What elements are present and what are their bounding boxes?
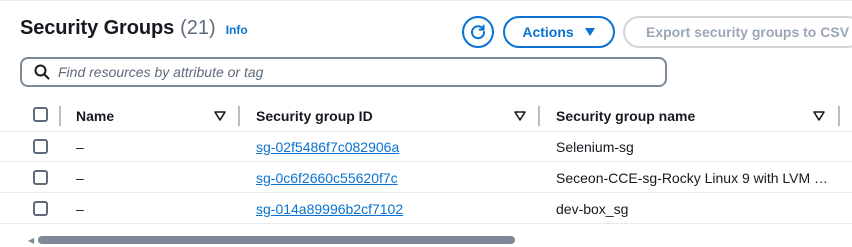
table-row[interactable]: – sg-014a89996b2cf7102 dev-box_sg bbox=[0, 193, 852, 224]
search-input[interactable] bbox=[58, 64, 618, 80]
row-checkbox[interactable] bbox=[33, 139, 48, 154]
refresh-icon bbox=[471, 24, 486, 40]
search-bar[interactable] bbox=[20, 57, 667, 87]
group-id-link[interactable]: sg-014a89996b2cf7102 bbox=[256, 193, 403, 224]
export-csv-button[interactable]: Export security groups to CSV bbox=[623, 16, 852, 48]
group-id-link[interactable]: sg-02f5486f7c082906a bbox=[256, 131, 399, 162]
table-row[interactable]: – sg-02f5486f7c082906a Selenium-sg bbox=[0, 131, 852, 162]
column-divider[interactable] bbox=[238, 106, 240, 126]
resource-count: (21) bbox=[180, 17, 216, 39]
caret-down-icon bbox=[584, 28, 595, 36]
name-cell: – bbox=[76, 138, 84, 155]
search-icon bbox=[34, 64, 50, 80]
actions-button[interactable]: Actions bbox=[503, 16, 615, 48]
select-all-checkbox[interactable] bbox=[33, 107, 48, 122]
column-header-name[interactable]: Name bbox=[76, 100, 114, 132]
scroll-left-icon[interactable]: ◀ bbox=[28, 236, 34, 245]
actions-button-label: Actions bbox=[522, 24, 574, 40]
table-header: Name Security group ID Security group na… bbox=[0, 100, 852, 132]
sort-icon[interactable] bbox=[213, 109, 227, 123]
refresh-button[interactable] bbox=[462, 16, 494, 48]
name-cell: – bbox=[76, 169, 84, 186]
page-title: Security Groups bbox=[20, 17, 175, 39]
name-cell: – bbox=[76, 200, 84, 217]
group-id-link[interactable]: sg-0c6f2660c55620f7c bbox=[256, 162, 398, 193]
sort-icon[interactable] bbox=[812, 109, 826, 123]
column-divider[interactable] bbox=[59, 106, 61, 126]
table-row[interactable]: – sg-0c6f2660c55620f7c Seceon-CCE-sg-Roc… bbox=[0, 162, 852, 193]
row-checkbox[interactable] bbox=[33, 170, 48, 185]
row-checkbox[interactable] bbox=[33, 201, 48, 216]
export-csv-button-label: Export security groups to CSV bbox=[646, 24, 850, 40]
info-link[interactable]: Info bbox=[226, 23, 248, 37]
group-name-cell: dev-box_sg bbox=[556, 200, 629, 217]
page-header: Security Groups (21) Info bbox=[20, 17, 248, 47]
scrollbar-thumb[interactable] bbox=[38, 236, 515, 244]
group-name-cell: Selenium-sg bbox=[556, 138, 634, 155]
column-header-group-id[interactable]: Security group ID bbox=[256, 100, 373, 132]
top-border bbox=[0, 0, 852, 1]
column-divider[interactable] bbox=[538, 106, 540, 126]
column-header-group-name[interactable]: Security group name bbox=[556, 100, 695, 132]
group-name-cell: Seceon-CCE-sg-Rocky Linux 9 with LVM … bbox=[556, 169, 829, 186]
column-divider[interactable] bbox=[838, 106, 840, 126]
sort-icon[interactable] bbox=[513, 109, 527, 123]
